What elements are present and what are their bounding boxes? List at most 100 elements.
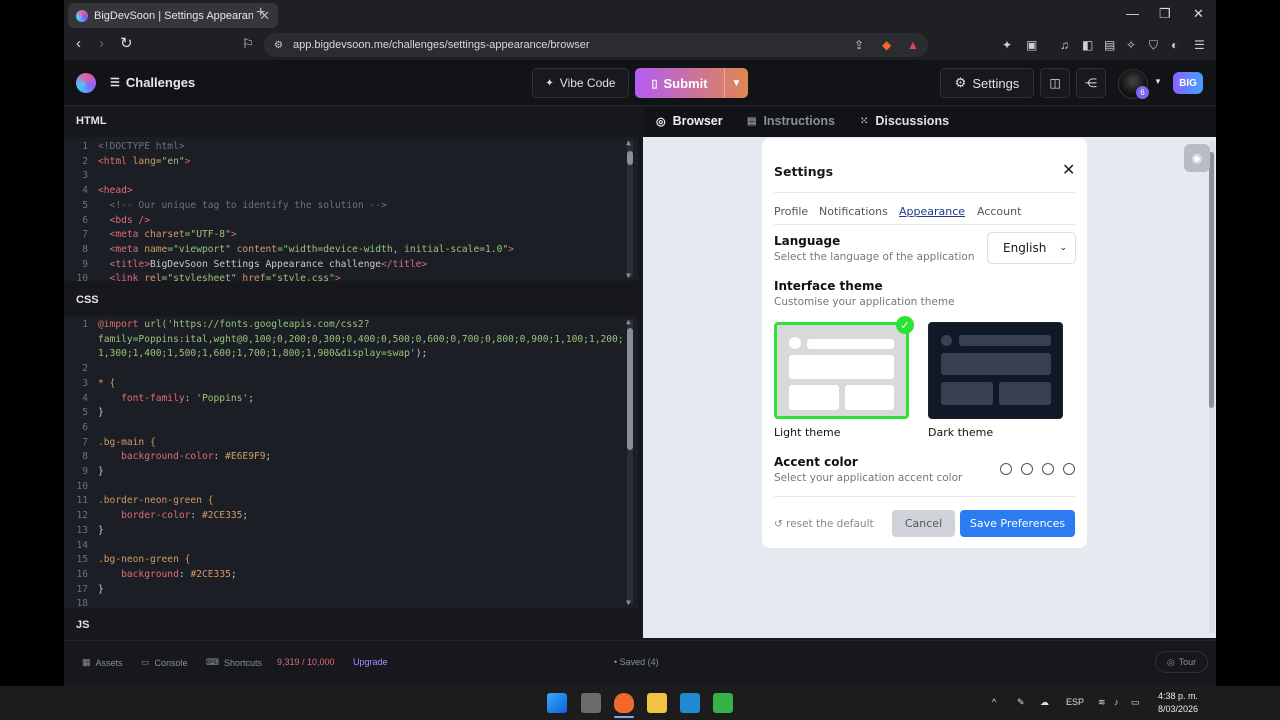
submit-dropdown-icon[interactable]: ▼ [724,68,748,98]
tour-button[interactable]: ◎ Tour [1155,651,1208,673]
code-line[interactable]: <head> [98,185,133,196]
code-line[interactable]: <title>BigDevSoon Settings Appearance ch… [98,259,428,270]
shortcuts-button[interactable]: ⌨ Shortcuts [206,657,262,668]
chevron-up-icon[interactable]: ^ [992,697,996,707]
html-scroll-thumb[interactable] [627,151,633,165]
share-button[interactable]: ⋲ [1076,68,1106,98]
code-line[interactable]: border-color: #2CE335; [98,510,248,521]
battery-icon[interactable]: ▭ [1131,697,1140,708]
avatar-menu-chevron-icon[interactable]: ▼ [1154,77,1162,86]
site-info-icon[interactable]: ⚙ [274,40,283,51]
code-line[interactable]: <link rel="stylesheet" href="style.css"> [98,273,341,281]
tab-instructions[interactable]: ▤ Instructions [747,114,835,128]
pen-icon[interactable]: ✎ [1017,697,1025,708]
eye-icon[interactable]: ◉ [1184,144,1210,172]
green-app-icon[interactable] [713,693,733,713]
new-tab-icon[interactable]: + [256,4,265,22]
accent-radio[interactable] [1042,463,1054,475]
css-scroll-thumb[interactable] [627,328,633,450]
code-line[interactable]: @import url('https://fonts.googleapis.co… [98,319,369,330]
vibe-code-button[interactable]: ✦ Vibe Code [532,68,629,98]
code-line[interactable]: <bds /> [98,215,150,226]
settings-button[interactable]: ⚙ Settings [940,68,1034,98]
code-line[interactable]: <!-- Our unique tag to identify the solu… [98,200,387,211]
browser-tab[interactable]: BigDevSoon | Settings Appearan ✕ [68,3,278,28]
code-line[interactable]: .bg-main { [98,437,156,448]
layout-toggle-button[interactable]: ◫ [1040,68,1070,98]
tab-profile[interactable]: Profile [774,205,808,218]
tab-browser[interactable]: ◎ Browser [656,114,723,128]
console-button[interactable]: ▭ Console [141,657,188,668]
share-icon[interactable]: ⇪ [854,38,864,52]
cloud-icon[interactable]: ☁ [1040,697,1049,708]
profile-icon[interactable]: ◐ [1171,38,1178,52]
preview-scroll-thumb[interactable] [1209,152,1214,408]
code-line[interactable]: <meta charset="UTF-8"> [98,229,237,240]
wifi-icon[interactable]: ≋ [1098,697,1106,708]
address-bar[interactable]: ⚙ app.bigdevsoon.me/challenges/settings-… [264,33,928,57]
bookmark-icon[interactable]: ⚐ [242,36,254,52]
task-view-icon[interactable] [581,693,601,713]
challenges-link[interactable]: ☰ Challenges [110,75,195,90]
brave-rewards-icon[interactable]: ▲ [907,38,919,52]
css-editor[interactable]: 1 @import url('https://fonts.googleapis.c… [64,316,638,608]
code-line[interactable]: <html lang="en"> [98,156,190,167]
clock[interactable]: 4:38 p. m. 8/03/2026 [1158,690,1198,716]
tab-account[interactable]: Account [977,205,1021,218]
brave-shield-icon[interactable]: ◆ [882,38,891,52]
scroll-up-icon[interactable]: ▲ [626,317,631,326]
code-line[interactable]: } [98,525,104,536]
code-line[interactable]: background-color: #E6E9F9; [98,451,271,462]
language-select[interactable]: English ⌄ [987,232,1076,264]
code-line[interactable]: .bg-neon-green { [98,554,190,565]
close-icon[interactable]: ✕ [1062,160,1075,179]
bigdevsoon-logo-icon[interactable] [76,73,96,93]
save-preferences-button[interactable]: Save Preferences [960,510,1075,537]
code-line[interactable]: <meta name="viewport" content="width=dev… [98,244,514,255]
extensions-icon[interactable]: ✦ [1002,38,1012,52]
screenshot-icon[interactable]: ▣ [1026,38,1037,52]
dark-theme-option[interactable] [928,322,1063,419]
sidebar-icon[interactable]: ◧ [1082,38,1093,52]
tab-appearance[interactable]: Appearance [899,205,965,218]
light-theme-option[interactable] [774,322,909,419]
file-explorer-icon[interactable] [647,693,667,713]
code-line[interactable]: background: #2CE335; [98,569,237,580]
language-indicator[interactable]: ESP [1066,697,1084,707]
big-plan-badge[interactable]: BIG [1173,72,1203,94]
code-line[interactable]: family=Poppins:ital,wght@0,100;0,200;0,3… [98,334,624,345]
vpn-icon[interactable]: ⛉ [1149,38,1158,53]
back-icon[interactable]: ‹ [76,36,81,52]
submit-button[interactable]: ▯ Submit ▼ [635,68,748,98]
scroll-up-icon[interactable]: ▲ [626,138,631,147]
menu-icon[interactable]: ☰ [1194,38,1205,52]
html-editor[interactable]: 1 <!DOCTYPE html> 2 <html lang="en"> 3 4 <head… [64,137,638,281]
windows-start-icon[interactable] [547,693,567,713]
accent-radio[interactable] [1000,463,1012,475]
accent-radio[interactable] [1021,463,1033,475]
reload-icon[interactable]: ↻ [120,36,133,52]
code-line[interactable]: } [98,584,104,595]
volume-icon[interactable]: ♪ [1114,697,1119,707]
media-icon[interactable]: ♫ [1060,38,1069,52]
code-line[interactable]: } [98,407,104,418]
cancel-button[interactable]: Cancel [892,510,955,537]
tab-notifications[interactable]: Notifications [819,205,888,218]
code-line[interactable]: * { [98,378,115,389]
vscode-icon[interactable] [680,693,700,713]
upgrade-link[interactable]: Upgrade [353,657,388,667]
tab-discussions[interactable]: ⁙ Discussions [860,114,949,128]
minimize-icon[interactable]: — [1126,6,1139,21]
leo-ai-icon[interactable]: ✧ [1126,38,1136,52]
brave-browser-icon[interactable] [614,693,634,713]
wallet-icon[interactable]: ▤ [1104,38,1115,52]
code-line[interactable]: } [98,466,104,477]
code-line[interactable]: <!DOCTYPE html> [98,141,185,152]
close-window-icon[interactable]: ✕ [1193,6,1204,22]
forward-icon[interactable]: › [99,36,104,52]
reset-default-link[interactable]: ↺ reset the default [774,518,874,530]
assets-button[interactable]: ▦ Assets [82,657,123,668]
scroll-down-icon[interactable]: ▼ [626,271,631,280]
code-line[interactable]: 1,300;1,400;1,500;1,600;1,700;1,800;1,90… [98,348,427,359]
code-line[interactable]: font-family: 'Poppins'; [98,393,254,404]
